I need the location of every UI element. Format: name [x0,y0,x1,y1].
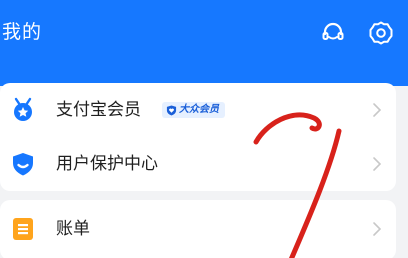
membership-card: 支付宝会员 大众会员 用户保护中心 [0,83,396,191]
row-alipay-membership[interactable]: 支付宝会员 大众会员 [0,83,396,137]
row-label: 支付宝会员 [56,100,141,120]
customer-service-icon[interactable] [320,20,346,46]
mine-page: 我的 支付宝会员 大众会员 用户保护中心 账单 [0,0,408,258]
bill-card: 账单 [0,200,396,258]
bill-list-icon [13,218,33,240]
user-protection-shield-icon [13,153,33,176]
row-bill[interactable]: 账单 [0,202,396,256]
row-label: 用户保护中心 [56,154,158,174]
row-user-protection-center[interactable]: 用户保护中心 [0,137,396,191]
membership-medal-icon [14,97,32,121]
badge-label: 大众会员 [179,104,219,115]
page-title: 我的 [2,21,43,43]
settings-icon[interactable] [368,20,394,46]
chevron-right-icon [373,157,382,171]
header-bar: 我的 [0,0,408,86]
shield-heart-icon [166,104,177,116]
membership-level-badge[interactable]: 大众会员 [162,102,225,118]
row-label: 账单 [56,219,90,239]
chevron-right-icon [373,222,382,236]
chevron-right-icon [373,103,382,117]
